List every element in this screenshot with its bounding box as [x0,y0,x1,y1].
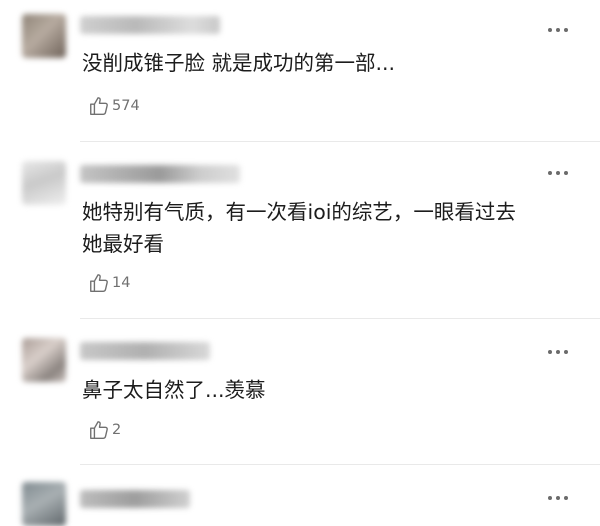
comment-item: 她特别有气质，有一次看ioi的综艺，一眼看过去 她最好看 14 [0,143,600,320]
more-options-button[interactable] [546,344,570,360]
like-button[interactable]: 574 [88,95,140,117]
like-count: 2 [112,422,122,438]
username[interactable] [80,342,210,360]
comment-text: 她特别有气质，有一次看ioi的综艺，一眼看过去 她最好看 [82,200,516,256]
thumbs-up-icon [88,95,110,117]
more-dots-icon [548,171,552,175]
comment-item: 没削成锥子脸 就是成功的第一部... 574 [0,0,600,143]
avatar[interactable] [22,338,66,382]
divider [80,141,600,142]
username[interactable] [80,16,220,34]
more-dots-icon [548,350,552,354]
avatar[interactable] [22,161,66,205]
more-dots-icon [548,28,552,32]
avatar[interactable] [22,482,66,526]
like-button[interactable]: 2 [88,419,121,441]
comment-item: 鼻子太自然了...羡慕 2 [0,320,600,466]
avatar[interactable] [22,14,66,58]
thumbs-up-icon [88,419,110,441]
divider [80,464,600,465]
comment-item [0,466,600,526]
more-dots-icon [548,496,552,500]
thumbs-up-icon [88,272,110,294]
like-button[interactable]: 14 [88,272,130,294]
comment-text: 没削成锥子脸 就是成功的第一部... [82,51,396,75]
divider [80,318,600,319]
comment-text: 鼻子太自然了...羡慕 [82,378,266,402]
username[interactable] [80,165,240,183]
like-count: 574 [112,98,140,114]
like-count: 14 [112,275,131,291]
more-options-button[interactable] [546,490,570,506]
more-options-button[interactable] [546,22,570,38]
username[interactable] [80,490,190,508]
more-options-button[interactable] [546,165,570,181]
